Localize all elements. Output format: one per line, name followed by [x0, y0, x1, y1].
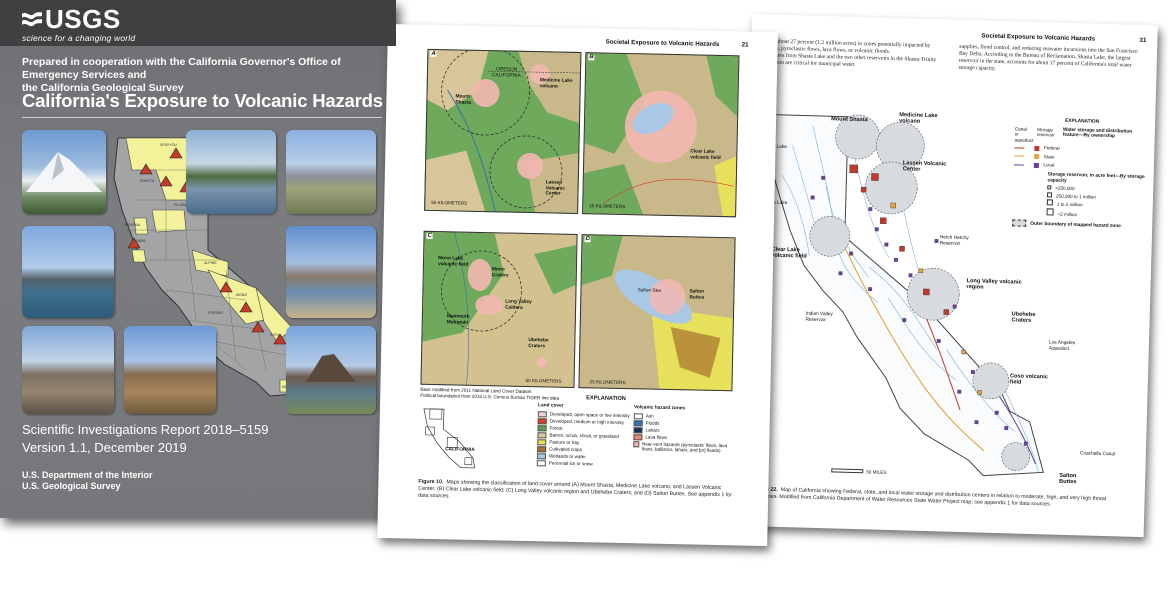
body-column-2: supplies, flood control, and reducing se… — [958, 43, 1138, 72]
figure-caption: Figure 10. Maps showing the classificati… — [418, 478, 733, 500]
map-panel-a: A OREGON CALIFORNIA Medicine Lake volcan… — [424, 48, 582, 215]
photo-butte — [286, 326, 376, 414]
svg-text:SONOMA: SONOMA — [124, 223, 141, 227]
label-ubehebe: Ubehebe Craters — [1011, 311, 1036, 324]
svg-text:MONO: MONO — [236, 293, 247, 297]
page-number: 31 — [1139, 36, 1147, 45]
title-divider — [22, 117, 382, 118]
report-version: Version 1.1, December 2019 — [22, 440, 187, 455]
hazard-legend: Volcanic hazard zones Ash Floods Lahars … — [633, 405, 728, 454]
photo-sagebrush — [286, 130, 376, 214]
svg-text:SHASTA: SHASTA — [140, 179, 155, 183]
report-series: Scientific Investigations Report 2018–51… — [22, 422, 269, 437]
label-coso: Coso volcanic field — [1009, 373, 1048, 386]
map-legend: EXPLANATION Canal or aqueduct Storage re… — [1012, 117, 1149, 230]
label-lassen: Lassen Volcanic Center — [902, 160, 947, 173]
map-panel-c: C Mono Lake volcanic field Mono Craters … — [420, 230, 578, 388]
label-salton-buttes: Salton Buttes — [1058, 472, 1077, 486]
label-indian-valley: Indian Valley Reservoir — [805, 311, 833, 323]
locator-inset-map — [423, 408, 476, 469]
photo-lake-mountain — [186, 130, 276, 214]
label-la-aqueduct: Los Angeles Aqueduct — [1048, 340, 1076, 352]
photo-mount-shasta — [22, 130, 106, 214]
label-medicine-lake: Medicine Lake volcano — [898, 112, 938, 125]
body-column-1: with about 27 percent (1.2 million acres… — [764, 38, 937, 68]
inset-label: CALIFORNIA — [445, 447, 475, 453]
legend-title: EXPLANATION — [586, 395, 626, 403]
page-number: 21 — [741, 41, 749, 49]
photo-crater — [22, 326, 114, 414]
label-mount-shasta: Mount Shasta — [831, 116, 868, 124]
page-header: Societal Exposure to Volcanic Hazards — [605, 38, 720, 48]
photo-lake-volcano — [22, 226, 114, 318]
department: U.S. Department of the Interior U.S. Geo… — [22, 470, 153, 491]
photo-mono-lake — [286, 226, 376, 318]
report-title: California's Exposure to Volcanic Hazard… — [22, 90, 383, 111]
label-hetch-hetchy: Hetch Hetchy Reservoir — [939, 235, 969, 247]
map-panel-b: B Clear Lake volcanic field 25 KILOMETER… — [582, 52, 740, 218]
label-long-valley: Long Valley volcanic region — [966, 278, 1022, 291]
land-cover-legend: Land cover Developed, open space or low … — [536, 403, 630, 467]
usgs-logo: USGS science for a changing world — [22, 4, 136, 43]
usgs-wave-icon — [22, 12, 42, 27]
photo-desert-hills — [124, 326, 216, 414]
svg-text:NAPA: NAPA — [136, 239, 146, 243]
svg-text:FRESNO: FRESNO — [208, 311, 223, 315]
label-clear-lake: Clear Lake volcanic field — [771, 246, 807, 260]
svg-text:ALPINE: ALPINE — [204, 261, 217, 265]
report-cover: USGS science for a changing world Prepar… — [0, 0, 396, 518]
legend-state: State — [1014, 153, 1148, 162]
svg-text:INYO: INYO — [270, 333, 279, 337]
page-header: Societal Exposure to Volcanic Hazards — [981, 32, 1096, 43]
label-coachella: Coachella Canal — [1079, 451, 1116, 458]
map-panel-d: D Salton Sea Salton Buttes 25 KILOMETERS — [578, 234, 736, 392]
svg-text:SISKIYOU: SISKIYOU — [160, 143, 177, 147]
page-21: Societal Exposure to Volcanic Hazards 21… — [377, 24, 778, 547]
legend-local: Local — [1013, 162, 1148, 171]
legend-federal: Federal — [1014, 145, 1148, 154]
page-31: Societal Exposure to Volcanic Hazards 31… — [737, 14, 1158, 538]
usgs-tagline: science for a changing world — [22, 33, 136, 43]
figure-caption: Figure 22. Map of California showing Fed… — [752, 486, 1107, 508]
